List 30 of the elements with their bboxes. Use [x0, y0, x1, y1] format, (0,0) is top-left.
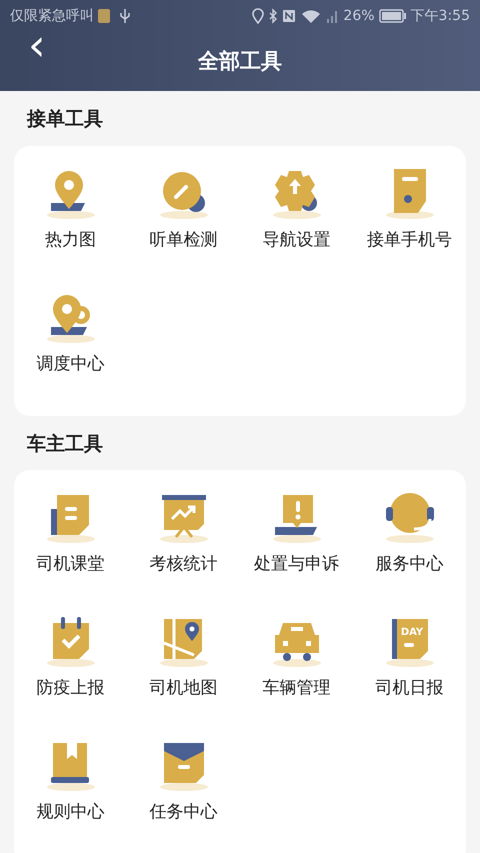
carrier-text: 仅限紧急呼叫 [10, 6, 94, 26]
usb-icon [119, 8, 131, 24]
battery-icon [378, 9, 407, 23]
page-title: 全部工具 [198, 49, 282, 73]
back-button[interactable]: ‹ [22, 24, 52, 68]
battery-percent: 26% [343, 6, 375, 26]
tool-button[interactable]: 调度中心 [14, 288, 127, 412]
tool-button[interactable]: 导航设置 [240, 164, 353, 288]
section-title: 接单工具 [26, 107, 104, 132]
tool-button[interactable]: 车辆管理 [240, 612, 353, 736]
tool-button[interactable]: DAY 司机日报 [353, 612, 466, 736]
time-text: 下午3:55 [410, 6, 470, 26]
tool-button[interactable]: 热力图 [14, 164, 127, 288]
location-icon [252, 8, 264, 24]
tool-button[interactable]: 处置与申诉 [240, 488, 353, 612]
tool-button[interactable]: 规则中心 [14, 736, 127, 853]
tool-button[interactable]: 司机地图 [127, 612, 240, 736]
nfc-icon [282, 8, 296, 24]
tool-button[interactable]: 接单手机号 [353, 164, 466, 288]
tool-button[interactable]: 司机课堂 [14, 488, 127, 612]
section-title: 车主工具 [26, 432, 104, 456]
wifi-icon [301, 8, 322, 24]
tool-button[interactable]: 防疫上报 [14, 612, 127, 736]
tool-button[interactable]: 听单检测 [127, 164, 240, 288]
tool-button[interactable]: 服务中心 [353, 488, 466, 612]
tool-button[interactable]: 考核统计 [127, 488, 240, 612]
tool-button[interactable]: 任务中心 [127, 736, 240, 853]
signal-icon [325, 8, 340, 24]
day-text: DAY [400, 627, 423, 638]
bluetooth-icon [268, 8, 278, 24]
